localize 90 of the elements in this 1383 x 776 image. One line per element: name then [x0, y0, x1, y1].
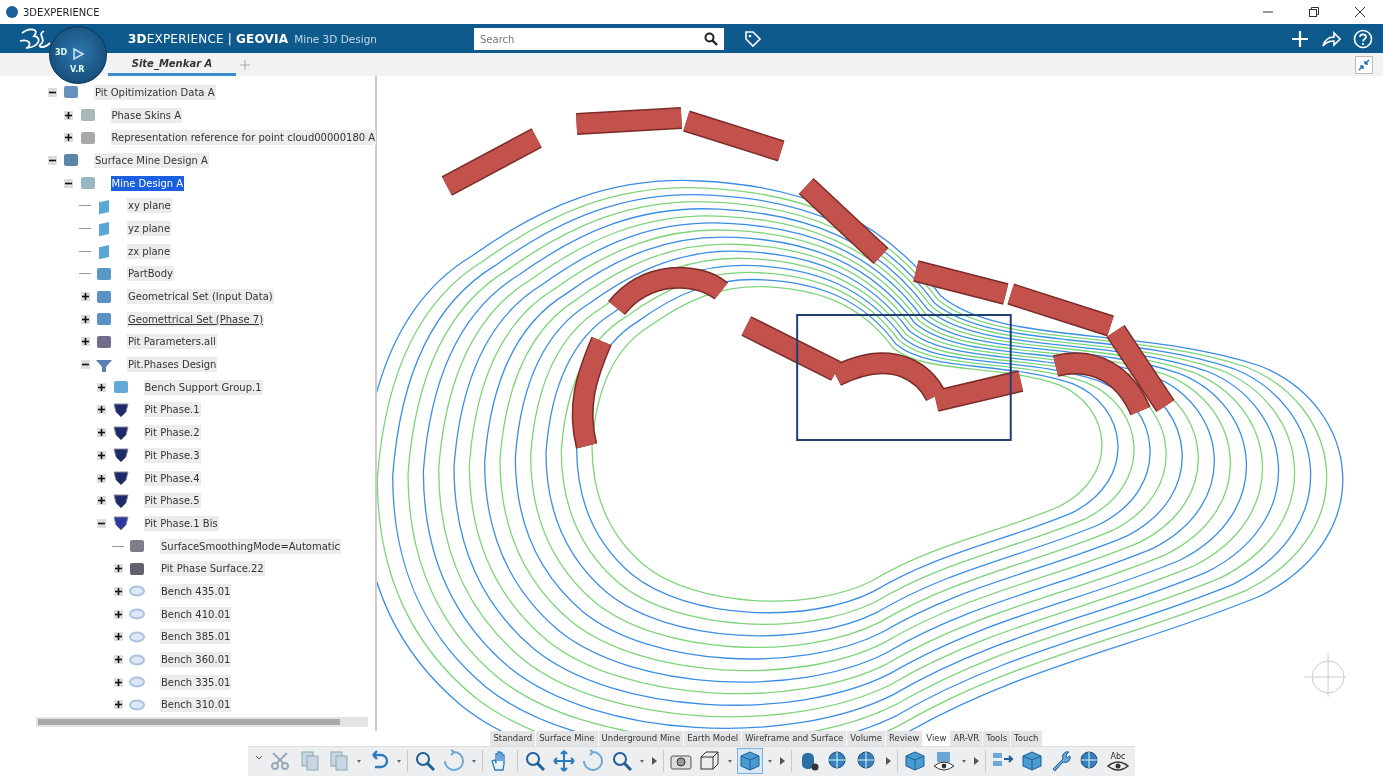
plus-icon[interactable] — [1291, 29, 1309, 48]
phase-node-icon — [111, 469, 130, 488]
tree-item[interactable]: Bench 310.01 — [160, 697, 232, 713]
expander-icon[interactable] — [80, 314, 90, 324]
tree-item[interactable]: SurfaceSmoothingMode=Automatic — [160, 538, 342, 554]
tree-item[interactable]: Bench 410.01 — [160, 606, 232, 622]
expander-icon[interactable] — [97, 496, 106, 506]
zoom-icon[interactable] — [523, 749, 547, 774]
action-tab[interactable]: Earth Model — [684, 731, 743, 746]
window-title: 3DEXPERIENCE — [23, 6, 100, 18]
tree-item[interactable]: Bench 360.01 — [160, 652, 232, 668]
expander-icon[interactable] — [113, 677, 123, 687]
tree-item[interactable]: Representation reference for point cloud00000180 A — [110, 130, 377, 146]
action-tab[interactable]: Review — [886, 731, 924, 746]
expander-icon[interactable] — [64, 178, 73, 188]
tree-item[interactable]: Pit Phase.4 — [143, 470, 201, 486]
phase-node-icon — [111, 400, 130, 419]
tree-item[interactable]: Bench 335.01 — [160, 674, 232, 690]
expander-icon[interactable] — [113, 586, 123, 596]
tree-item[interactable]: Pit.Phases Design — [127, 357, 218, 373]
tree-item[interactable]: Pit Phase.5 — [143, 493, 201, 509]
expander-icon[interactable] — [97, 405, 106, 415]
tree-item[interactable]: Pit Phase.1 — [143, 402, 201, 418]
tree-item[interactable]: Bench 435.01 — [160, 583, 232, 599]
tree-item[interactable]: Surface Mine Design A — [94, 152, 209, 168]
expander-icon[interactable] — [47, 87, 57, 97]
tree-item[interactable]: xy plane — [127, 198, 172, 214]
expander-icon[interactable] — [113, 700, 123, 710]
tree-item[interactable]: yz plane — [127, 220, 172, 236]
expander-icon[interactable] — [80, 360, 90, 370]
tree-item[interactable]: Pit Parameters.all — [127, 334, 217, 350]
phase-node-icon — [111, 423, 130, 442]
phase-node-icon — [111, 446, 130, 465]
brand-title: 3DEXPERIENCE | GEOVIA — [128, 31, 289, 46]
phase-node-icon — [111, 491, 130, 510]
shield-node-icon — [111, 514, 130, 533]
expander-icon[interactable] — [47, 155, 57, 165]
app-icon — [6, 6, 18, 18]
action-tab[interactable]: Volume — [847, 731, 886, 746]
close-icon[interactable] — [1354, 6, 1366, 18]
tree-item[interactable]: Phase Skins A — [110, 107, 183, 123]
expander-icon[interactable] — [80, 292, 90, 302]
action-tab[interactable]: Wireframe and Surface — [742, 731, 848, 746]
compass-widget[interactable]: 3D V.R — [49, 26, 107, 84]
move-icon[interactable] — [552, 749, 576, 774]
expander-icon[interactable] — [113, 564, 123, 574]
zoomfit-icon[interactable] — [413, 749, 437, 774]
action-tab[interactable]: Standard — [490, 731, 537, 746]
expander-icon[interactable] — [97, 428, 106, 438]
expander-icon[interactable] — [97, 450, 106, 460]
action-tab[interactable]: Tools — [983, 731, 1012, 746]
zoom-icon[interactable] — [610, 749, 634, 774]
tree-item[interactable]: Mine Design A — [110, 175, 185, 191]
tree-item[interactable]: Pit Phase Surface.22 — [160, 561, 265, 577]
tree-item[interactable]: Pit Phase.1 Bis — [143, 515, 219, 531]
action-tab[interactable]: Surface Mine — [536, 731, 599, 746]
tree-item[interactable]: Pit Phase.2 — [143, 425, 201, 441]
expander-icon[interactable] — [97, 473, 106, 483]
expander-icon[interactable] — [64, 110, 73, 120]
tree-item[interactable]: Pit Opitimization Data A — [94, 84, 216, 100]
search-icon[interactable] — [704, 31, 718, 46]
action-tab[interactable]: Touch — [1011, 731, 1043, 746]
action-tab[interactable]: AR-VR — [950, 731, 984, 746]
tree-item[interactable]: Bench 385.01 — [160, 629, 232, 645]
horizontal-scrollbar[interactable] — [36, 717, 369, 727]
expander-icon[interactable] — [64, 133, 73, 143]
expander-icon[interactable] — [113, 632, 123, 642]
tree-item[interactable]: zx plane — [127, 243, 172, 259]
share-icon[interactable] — [1321, 29, 1341, 48]
tree-item[interactable]: Bench Support Group.1 — [143, 379, 263, 395]
tree-item[interactable]: PartBody — [127, 266, 174, 282]
expander-icon[interactable] — [80, 337, 90, 347]
expander-icon[interactable] — [113, 655, 123, 665]
search-field[interactable]: Search — [474, 28, 724, 50]
expander-icon[interactable] — [97, 518, 106, 528]
app-name: Mine 3D Design — [294, 32, 377, 45]
tag-icon[interactable] — [744, 29, 762, 48]
expander-icon[interactable] — [113, 609, 123, 619]
collapse-icon[interactable] — [1355, 55, 1373, 74]
restore-icon[interactable] — [1308, 6, 1320, 18]
help-icon[interactable] — [1353, 28, 1373, 49]
tree-item[interactable]: Geometrical Set (Input Data) — [127, 289, 274, 305]
play-icon[interactable] — [71, 47, 85, 61]
tree-item[interactable]: Pit Phase.3 — [143, 447, 201, 463]
tree-item[interactable]: Geomettrical Set (Phase 7) — [127, 311, 265, 327]
cube-icon[interactable] — [738, 749, 762, 774]
action-tab[interactable]: Underground Mine — [598, 731, 685, 746]
expander-icon[interactable] — [97, 382, 106, 392]
logo-icon — [18, 26, 52, 51]
eye-icon[interactable] — [932, 749, 956, 774]
